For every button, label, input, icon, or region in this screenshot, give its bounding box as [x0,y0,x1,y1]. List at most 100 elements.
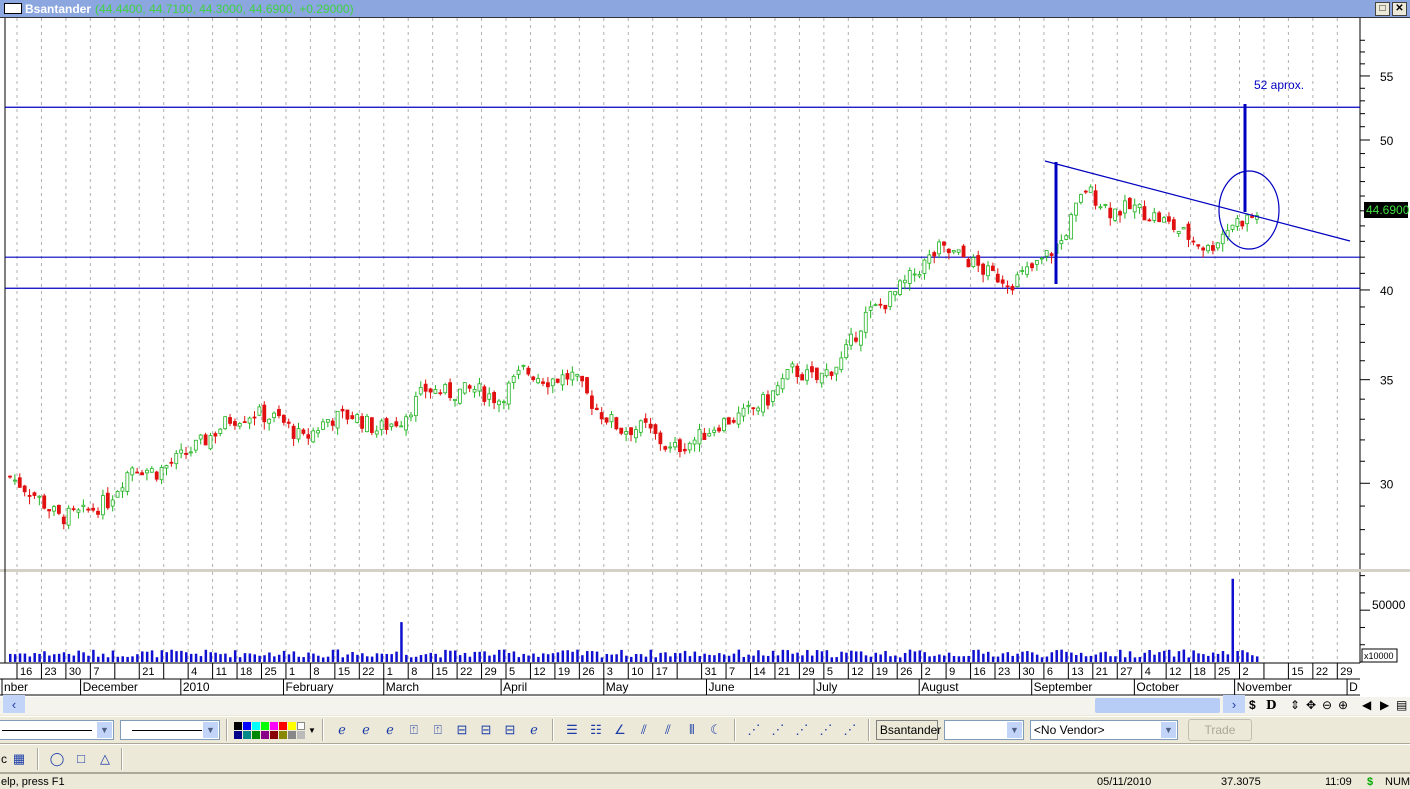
speed-lines-icon[interactable]: ⫽ [633,719,655,741]
candle-body [961,245,966,258]
volume-bar [1099,652,1102,662]
fan-icon[interactable]: ⋰ [815,719,837,741]
web-icon[interactable]: ℯ [331,719,353,741]
candle-body [384,418,389,430]
candle-body [858,330,863,346]
page-icon[interactable]: ▤ [1396,698,1407,712]
candle-body [829,371,834,376]
web-icon[interactable]: ℯ [355,719,377,741]
maximize-button[interactable]: □ [1375,2,1390,16]
scroll-forward-icon[interactable]: ▶ [1380,698,1389,712]
candle-body [296,428,301,440]
volume-bar [678,653,682,662]
date-tick-label: 18 [240,666,252,678]
text-icon[interactable]: ☷ [585,719,607,741]
candle-body [1152,212,1157,221]
volume-bar [121,656,124,662]
fan-icon[interactable]: ⋰ [767,719,789,741]
color-dropdown-icon[interactable]: ▼ [308,726,316,735]
symbol-field[interactable]: Bsantander [875,720,941,740]
date-scale-button[interactable]: D [1266,698,1276,712]
window-layout-icon[interactable]: ⊟ [451,719,473,741]
volume-bar [194,653,198,662]
volume-bar [92,649,95,662]
move-icon[interactable]: ✥ [1306,698,1316,712]
candle-body [712,429,717,433]
candle-body [873,304,878,307]
candle-body [1030,263,1034,269]
close-button[interactable]: ✕ [1392,2,1407,16]
triangle-icon[interactable]: △ [94,748,116,770]
move-vertical-icon[interactable]: ⇕ [1290,698,1300,712]
arc-icon[interactable]: ☾ [705,719,727,741]
angle-icon[interactable]: ∠ [609,719,631,741]
volume-bar [317,655,320,662]
price-tick-label: 30 [1380,477,1394,491]
candle-body [511,375,516,383]
candle-body [692,439,697,445]
candle-body [585,377,589,394]
expert-icon[interactable]: ⋰ [743,719,765,741]
volume-bar [493,654,496,662]
candle-body [1025,266,1030,275]
cycle-lines-icon[interactable]: ⦀ [681,719,703,741]
date-tick-label: 7 [93,666,99,678]
chart-insert-icon[interactable]: ⍐ [403,719,425,741]
zoom-out-icon[interactable]: ⊖ [1322,698,1332,712]
candle-body [1220,233,1225,245]
chart-insert-icon[interactable]: ⍐ [427,719,449,741]
volume-bar [1192,650,1195,662]
chart-window[interactable]: 16 23 30 7 21 4 11 18 25 1 8 15 22 1 8 15 22 29 5 12 19 26 3 10… [0,18,1410,698]
status-date: 05/11/2010 [1097,776,1152,788]
trade-button[interactable]: Trade [1187,719,1252,741]
date-tick-label: 4 [191,666,197,678]
candle-body [413,395,418,417]
parallel-lines-icon[interactable]: ⫽ [657,719,679,741]
volume-bar [414,656,418,662]
scrollbar-thumb[interactable] [1095,698,1220,713]
scroll-back-icon[interactable]: ◀ [1362,698,1371,712]
volume-bar [453,650,457,662]
candle-body [1108,207,1113,219]
period-select[interactable]: ▼ [943,720,1024,740]
date-tick-label: 18 [1194,666,1206,678]
candle-body [580,375,585,382]
volume-bar [1202,654,1205,662]
volume-bar [409,657,413,662]
candle-body [878,303,883,306]
fan-icon[interactable]: ⋰ [839,719,861,741]
volume-bar [923,652,926,662]
volume-bar [796,652,799,662]
color-palette[interactable] [234,721,305,739]
candle-body [1049,253,1054,256]
fan-icon[interactable]: ⋰ [791,719,813,741]
web-icon[interactable]: ℯ [523,719,545,741]
volume-bar [1104,651,1107,662]
line-style-select[interactable]: ▼ [0,720,114,740]
candle-body [1123,200,1127,214]
grid-icon[interactable]: ▦ [8,748,30,770]
candle-body [193,439,198,451]
text-icon[interactable]: ☰ [561,719,583,741]
volume-bar [894,655,897,662]
price-scale-button[interactable]: $ [1249,698,1256,712]
price-chart[interactable]: 16 23 30 7 21 4 11 18 25 1 8 15 22 1 8 15 22 29 5 12 19 26 3 10… [0,18,1410,698]
zoom-in-icon[interactable]: ⊕ [1338,698,1348,712]
volume-bar [33,653,36,662]
window-layout-icon[interactable]: ⊟ [475,719,497,741]
candle-body [506,382,511,405]
candle-body [125,472,130,492]
candle-body [785,369,790,380]
ellipse-icon[interactable]: ◯ [46,748,68,770]
window-layout-icon[interactable]: ⊟ [499,719,521,741]
rectangle-icon[interactable]: □ [70,748,92,770]
volume-bar [1123,657,1127,662]
candle-body [399,425,404,428]
web-icon[interactable]: ℯ [379,719,401,741]
scroll-right-button[interactable]: › [1223,695,1245,713]
date-tick-label: 16 [974,666,986,678]
vendor-select[interactable]: <No Vendor> ▼ [1029,720,1178,740]
line-weight-select[interactable]: ▼ [120,720,220,740]
breakout-circle [1218,170,1280,250]
scroll-left-button[interactable]: ‹ [3,695,25,713]
